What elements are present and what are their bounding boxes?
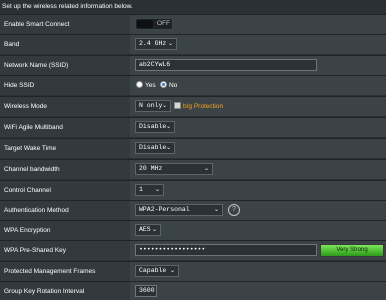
- channel-bandwidth-value: 20 MHz: [139, 165, 163, 172]
- intro-text: Set up the wireless related information …: [2, 3, 133, 10]
- toggle-knob: [137, 20, 153, 28]
- chevron-down-icon: ⌄: [213, 206, 219, 213]
- smart-connect-toggle[interactable]: OFF: [135, 18, 173, 30]
- row-agile-multiband: WiFi Agile Multiband Disable ⌄: [0, 117, 386, 137]
- chevron-down-icon: ⌄: [161, 102, 167, 109]
- label-group-key-rotation: Group Key Rotation Interval: [4, 282, 130, 300]
- label-ssid: Network Name (SSID): [4, 56, 130, 75]
- auth-method-value: WPA2-Personal: [139, 206, 190, 213]
- band-select-value: 2.4 GHz: [139, 40, 167, 47]
- label-control-channel: Control Channel: [4, 181, 130, 200]
- row-group-key-rotation: Group Key Rotation Interval 3600: [0, 281, 386, 300]
- control-channel-value: 1: [139, 186, 143, 193]
- hide-ssid-no-label: No: [169, 82, 178, 89]
- wireless-mode-value: N only: [139, 102, 163, 109]
- control-channel-select[interactable]: 1 ⌄: [135, 184, 164, 196]
- label-wireless-mode: Wireless Mode: [4, 97, 130, 116]
- ssid-input[interactable]: ab2CYwL6: [135, 59, 317, 71]
- hide-ssid-yes-label: Yes: [145, 82, 156, 89]
- band-select[interactable]: 2.4 GHz ⌄: [135, 38, 177, 50]
- row-smart-connect: Enable Smart Connect OFF: [0, 14, 386, 34]
- chevron-down-icon: ⌄: [203, 165, 209, 172]
- bg-protection-label: b/g Protection: [183, 103, 224, 110]
- row-wireless-mode: Wireless Mode N only ⌄ b/g Protection: [0, 96, 386, 116]
- agile-multiband-value: Disable: [139, 123, 167, 130]
- row-psk: WPA Pre-Shared Key ••••••••••••••••• Ver…: [0, 240, 386, 260]
- bg-protection-checkbox[interactable]: [174, 102, 181, 109]
- row-control-channel: Control Channel 1 ⌄: [0, 180, 386, 200]
- wireless-mode-select[interactable]: N only ⌄: [135, 100, 171, 112]
- group-key-rotation-input[interactable]: 3600: [135, 285, 157, 297]
- label-target-wake-time: Target Wake Time: [4, 139, 130, 158]
- row-target-wake-time: Target Wake Time Disable ⌄: [0, 138, 386, 158]
- row-channel-bandwidth: Channel bandwidth 20 MHz ⌄: [0, 159, 386, 179]
- label-smart-connect: Enable Smart Connect: [4, 15, 130, 34]
- strength-label: Very Strong: [336, 247, 368, 253]
- row-ssid: Network Name (SSID) ab2CYwL6: [0, 55, 386, 75]
- wpa-encryption-value: AES: [139, 226, 151, 233]
- chevron-down-icon: ⌄: [165, 144, 171, 151]
- pmf-value: Capable: [139, 267, 167, 274]
- label-wpa-encryption: WPA Encryption: [4, 221, 130, 240]
- label-auth-method: Authentication Method: [4, 201, 130, 220]
- wpa-encryption-select[interactable]: AES ⌄: [135, 224, 161, 236]
- hide-ssid-no-radio[interactable]: [160, 81, 167, 88]
- row-band: Band 2.4 GHz ⌄: [0, 34, 386, 54]
- hide-ssid-yes-radio[interactable]: [136, 81, 143, 88]
- chevron-down-icon: ⌄: [154, 186, 160, 193]
- label-psk: WPA Pre-Shared Key: [4, 241, 130, 260]
- help-icon[interactable]: ?: [228, 204, 240, 216]
- password-strength-meter: Very Strong: [320, 244, 384, 257]
- chevron-down-icon: ⌄: [167, 40, 173, 47]
- chevron-down-icon: ⌄: [165, 123, 171, 130]
- row-pmf: Protected Management Frames Capable ⌄: [0, 261, 386, 281]
- target-wake-time-select[interactable]: Disable ⌄: [135, 142, 175, 154]
- pmf-select[interactable]: Capable ⌄: [135, 265, 179, 277]
- chevron-down-icon: ⌄: [151, 226, 157, 233]
- agile-multiband-select[interactable]: Disable ⌄: [135, 121, 175, 133]
- auth-method-select[interactable]: WPA2-Personal ⌄: [135, 204, 223, 216]
- label-band: Band: [4, 35, 130, 54]
- channel-bandwidth-select[interactable]: 20 MHz ⌄: [135, 163, 213, 175]
- row-auth-method: Authentication Method WPA2-Personal ⌄ ?: [0, 200, 386, 220]
- toggle-state-text: OFF: [157, 20, 170, 27]
- psk-input[interactable]: •••••••••••••••••: [135, 244, 317, 256]
- label-hide-ssid: Hide SSID: [4, 76, 130, 95]
- chevron-down-icon: ⌄: [169, 267, 175, 274]
- target-wake-time-value: Disable: [139, 144, 167, 151]
- label-channel-bandwidth: Channel bandwidth: [4, 160, 130, 179]
- label-agile-multiband: WiFi Agile Multiband: [4, 118, 130, 137]
- row-hide-ssid: Hide SSID Yes No: [0, 75, 386, 95]
- row-wpa-encryption: WPA Encryption AES ⌄: [0, 220, 386, 240]
- label-pmf: Protected Management Frames: [4, 262, 130, 281]
